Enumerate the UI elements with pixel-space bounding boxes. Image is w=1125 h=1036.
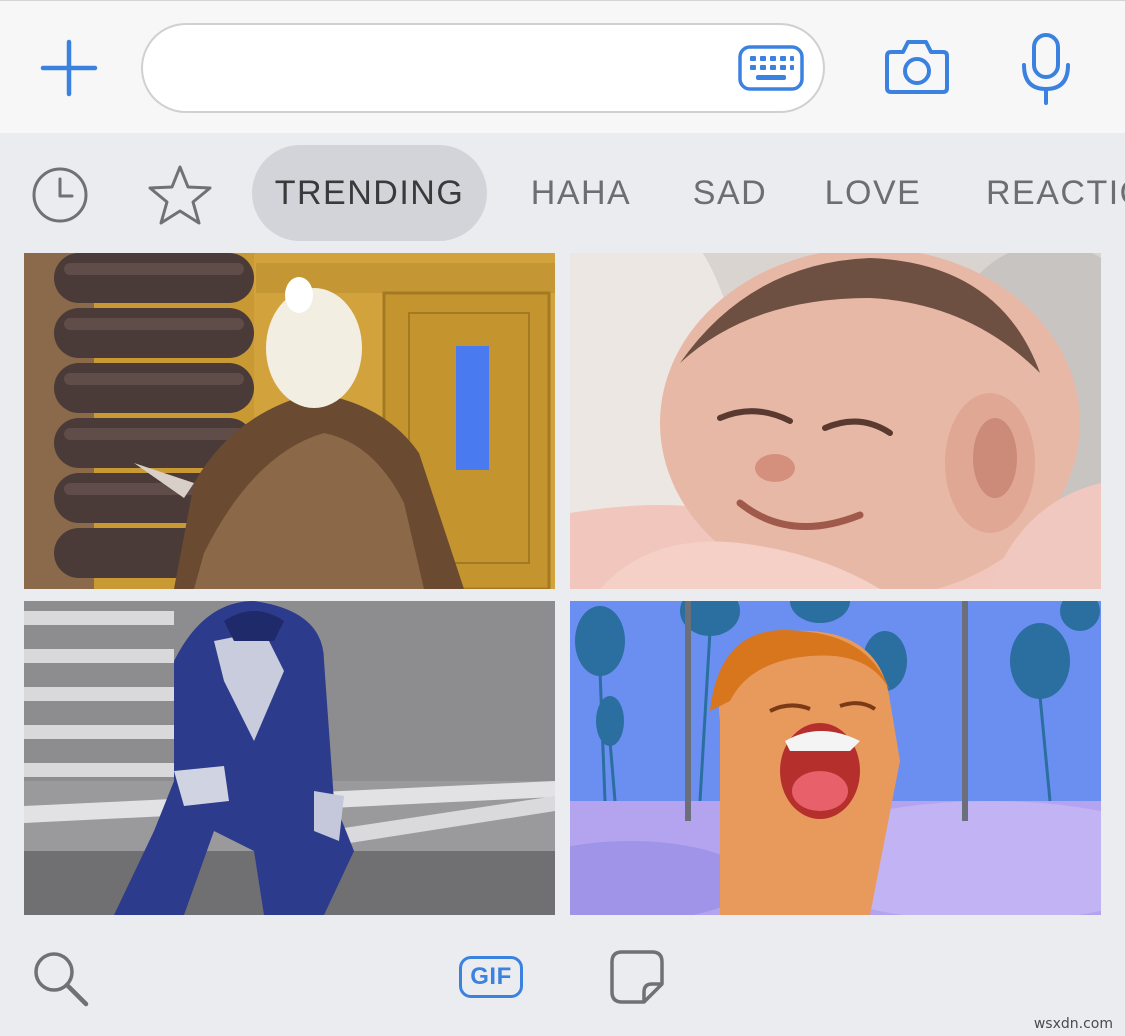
message-input[interactable] [173,45,733,93]
gif-thumbnail[interactable] [24,601,555,915]
tab-sad[interactable]: SAD [682,145,778,241]
clock-icon[interactable] [28,163,92,227]
tab-haha[interactable]: HAHA [519,145,643,241]
plus-icon[interactable] [36,35,102,101]
watermark: wsxdn.com [1033,1016,1113,1032]
category-tabs: TRENDING HAHA SAD LOVE REACTIONS [0,133,1125,253]
camera-icon[interactable] [880,33,954,99]
search-icon[interactable] [28,946,92,1010]
star-icon[interactable] [144,161,216,229]
tab-reactions[interactable]: REACTIONS [976,145,1125,241]
gif-thumbnail[interactable] [24,253,555,589]
keyboard-icon[interactable] [737,41,805,95]
gif-thumbnail[interactable] [570,601,1101,915]
gif-thumbnail[interactable] [570,253,1101,589]
sticker-icon[interactable] [604,946,670,1008]
gif-icon[interactable]: GIF [456,952,526,1002]
message-field[interactable] [141,23,825,113]
tab-trending[interactable]: TRENDING [252,145,487,241]
compose-bar [0,0,1125,133]
gif-label: GIF [459,956,523,998]
tab-love[interactable]: LOVE [816,145,930,241]
microphone-icon[interactable] [1014,29,1078,109]
